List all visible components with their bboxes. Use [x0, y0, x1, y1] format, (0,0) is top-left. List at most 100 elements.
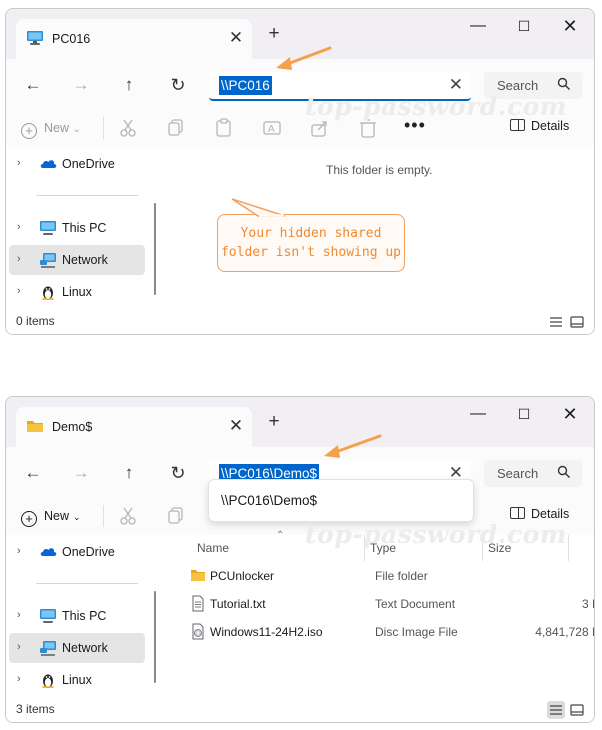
network-icon	[40, 253, 56, 268]
copy-icon[interactable]	[165, 117, 187, 139]
copy-icon[interactable]	[165, 505, 187, 527]
folder-icon	[27, 421, 43, 432]
chevron-down-icon: ⌄	[73, 124, 81, 134]
cut-icon[interactable]	[117, 117, 139, 139]
chevron-right-icon: ›	[17, 545, 21, 557]
sidebar-item-linux[interactable]: › Linux	[9, 665, 145, 695]
sidebar-scrollbar[interactable]	[154, 591, 156, 683]
annotation-arrow	[276, 46, 332, 70]
chevron-right-icon: ›	[17, 609, 21, 621]
file-name: PCUnlocker	[210, 569, 275, 583]
rename-icon[interactable]: A	[261, 117, 283, 139]
file-size: 3 KB	[581, 597, 594, 611]
sidebar-scrollbar[interactable]	[154, 203, 156, 295]
minimize-button[interactable]: —	[455, 399, 501, 429]
refresh-button[interactable]: ↻	[163, 458, 193, 488]
column-header-name[interactable]: Name	[197, 541, 229, 555]
sidebar-item-label: Network	[62, 641, 108, 655]
large-icons-view-icon[interactable]	[568, 313, 586, 331]
table-row[interactable]: Windows11-24H2.iso Disc Image File 4,841…	[180, 619, 594, 645]
svg-text:A: A	[268, 124, 275, 135]
column-divider[interactable]	[568, 535, 569, 561]
search-icon	[557, 465, 570, 478]
refresh-button[interactable]: ↻	[163, 70, 193, 100]
tab-pc016[interactable]: PC016 ✕	[16, 19, 252, 59]
this-pc-icon	[40, 609, 56, 623]
linux-icon	[42, 674, 54, 688]
file-type: File folder	[375, 569, 428, 583]
maximize-button[interactable]: ☐	[501, 399, 547, 429]
sidebar-item-this-pc[interactable]: › This PC	[9, 213, 145, 243]
details-pane-icon	[510, 507, 525, 519]
tab-demo[interactable]: Demo$ ✕	[16, 407, 252, 447]
sidebar-item-this-pc[interactable]: › This PC	[9, 601, 145, 631]
sidebar-item-network[interactable]: › Network	[9, 633, 145, 663]
watermark-text: top-password.com	[305, 92, 567, 121]
details-view-icon[interactable]	[547, 313, 565, 331]
table-row[interactable]: Tutorial.txt Text Document 3 KB	[180, 591, 594, 617]
details-view-icon[interactable]	[547, 701, 565, 719]
sidebar-item-network[interactable]: › Network	[9, 245, 145, 275]
sidebar-item-onedrive[interactable]: › OneDrive	[9, 149, 145, 179]
this-pc-icon	[40, 221, 56, 235]
onedrive-icon	[40, 160, 57, 168]
back-button[interactable]: ←	[18, 70, 48, 100]
file-size: 4,841,728 KB	[535, 625, 594, 639]
item-count: 0 items	[16, 314, 55, 328]
sort-ascending-icon: ⌃	[276, 530, 285, 541]
sidebar-item-label: OneDrive	[62, 157, 115, 171]
minimize-button[interactable]: —	[455, 11, 501, 41]
details-label: Details	[531, 119, 570, 133]
search-placeholder: Search	[497, 466, 539, 481]
disc-image-icon	[192, 623, 204, 640]
maximize-button[interactable]: ☐	[501, 11, 547, 41]
file-type: Text Document	[375, 597, 456, 611]
new-button[interactable]: + New ⌄	[21, 506, 81, 527]
callout-line-1: Your hidden shared	[240, 226, 382, 241]
navigation-pane: › OneDrive › This PC › Network › Linux	[6, 535, 160, 698]
computer-icon	[27, 31, 43, 45]
folder-icon	[191, 570, 205, 581]
tab-title: Demo$	[52, 420, 93, 434]
chevron-right-icon: ›	[17, 641, 21, 653]
search-placeholder: Search	[497, 78, 539, 93]
file-name: Tutorial.txt	[210, 597, 266, 611]
close-window-button[interactable]: ✕	[547, 11, 593, 41]
forward-button[interactable]: →	[66, 70, 96, 100]
callout-line-2: folder isn't showing up	[220, 245, 401, 260]
toolbar-divider	[103, 505, 104, 527]
sidebar-item-label: Linux	[62, 285, 92, 299]
close-window-button[interactable]: ✕	[547, 399, 593, 429]
new-tab-button[interactable]: +	[264, 412, 284, 432]
tab-title: PC016	[52, 32, 91, 46]
address-text[interactable]: \\PC016	[219, 76, 272, 95]
table-row[interactable]: PCUnlocker File folder	[180, 563, 575, 589]
new-tab-button[interactable]: +	[264, 24, 284, 44]
sidebar-item-onedrive[interactable]: › OneDrive	[9, 537, 145, 567]
paste-icon[interactable]	[213, 117, 235, 139]
chevron-right-icon: ›	[17, 157, 21, 169]
autocomplete-suggestion[interactable]: \\PC016\Demo$	[221, 493, 317, 508]
chevron-right-icon: ›	[17, 253, 21, 265]
up-button[interactable]: ↑	[114, 458, 144, 488]
navigation-pane: › OneDrive › This PC › Network › Linux	[6, 147, 160, 310]
sidebar-item-label: Network	[62, 253, 108, 267]
cut-icon[interactable]	[117, 505, 139, 527]
back-button[interactable]: ←	[18, 458, 48, 488]
search-box[interactable]: Search	[484, 460, 582, 487]
details-pane-button[interactable]: Details	[510, 119, 569, 133]
up-button[interactable]: ↑	[114, 70, 144, 100]
status-bar: 0 items	[6, 310, 594, 334]
details-pane-button[interactable]: Details	[510, 507, 569, 521]
new-button[interactable]: + New ⌄	[21, 118, 81, 139]
sidebar-item-label: OneDrive	[62, 545, 115, 559]
title-bar: Demo$ ✕ + — ☐ ✕	[6, 397, 594, 447]
sidebar-item-linux[interactable]: › Linux	[9, 277, 145, 307]
large-icons-view-icon[interactable]	[568, 701, 586, 719]
address-autocomplete-dropdown: \\PC016\Demo$	[208, 479, 474, 522]
forward-button[interactable]: →	[66, 458, 96, 488]
close-tab-icon[interactable]: ✕	[226, 416, 246, 436]
close-tab-icon[interactable]: ✕	[226, 28, 246, 48]
sidebar-item-label: Linux	[62, 673, 92, 687]
plus-icon: +	[21, 511, 37, 527]
